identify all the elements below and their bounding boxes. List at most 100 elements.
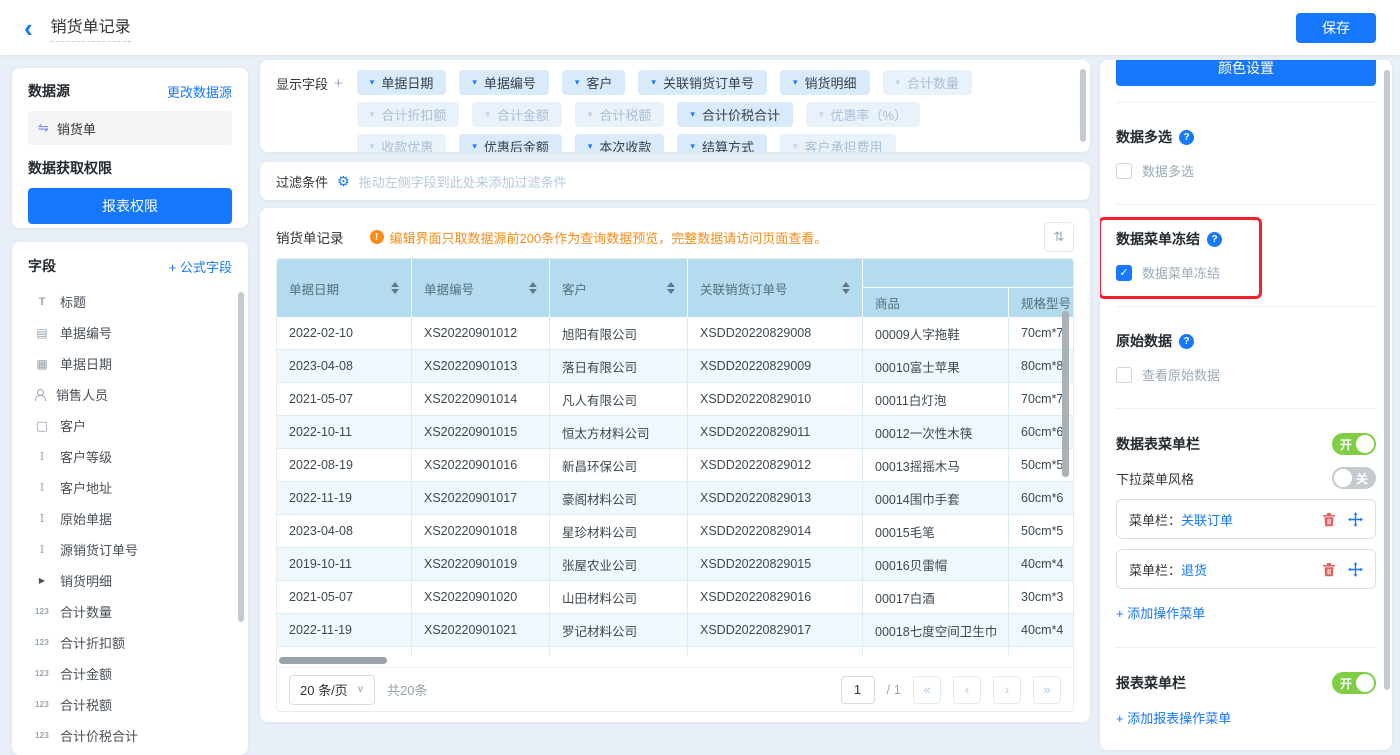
dropdown-style-toggle[interactable]: 关 [1332, 467, 1376, 489]
filter-dropzone-placeholder[interactable]: 拖动左侧字段到此处来添加过滤条件 [359, 172, 567, 191]
question-icon[interactable]: ? [1179, 130, 1194, 145]
question-icon[interactable]: ? [1179, 334, 1194, 349]
display-field-chip[interactable]: ▾本次收款 [575, 134, 665, 152]
display-field-chip[interactable]: ▾销货明细 [780, 70, 870, 95]
display-field-chip[interactable]: ▾客户 [562, 70, 626, 95]
add-action-menu-link[interactable]: + 添加操作菜单 [1116, 603, 1205, 622]
page-title[interactable]: 销货单记录 [51, 13, 131, 42]
table-menu-toggle[interactable]: 开 [1332, 433, 1376, 455]
column-header-related-order[interactable]: 关联销货订单号 [688, 259, 863, 317]
display-field-chip[interactable]: ▾合计折扣额 [357, 102, 460, 127]
table-cell: 2022-11-19 [277, 614, 412, 647]
trash-icon[interactable] [1322, 562, 1336, 577]
report-menu-toggle[interactable]: 开 [1332, 672, 1376, 694]
page-number-input[interactable]: 1 [841, 676, 875, 704]
report-permission-button[interactable]: 报表权限 [28, 188, 232, 224]
datasource-name: 销货单 [57, 119, 96, 138]
column-header-product[interactable]: 商品 [863, 288, 1009, 317]
field-item[interactable]: 合计折扣额 [28, 627, 232, 658]
table-menu-title: 数据表菜单栏 [1116, 434, 1200, 454]
table-row [277, 647, 1073, 655]
topbar: ‹ 销货单记录 保存 [0, 0, 1400, 55]
table-scrollbar-thumb[interactable] [1062, 311, 1069, 477]
datasource-item[interactable]: ⇋ 销货单 [28, 111, 232, 145]
field-item[interactable]: 合计价税合计 [28, 720, 232, 751]
display-field-chip[interactable]: ▾单据编号 [459, 70, 549, 95]
field-item[interactable]: 合计数量 [28, 596, 232, 627]
horizontal-scrollbar-thumb[interactable] [279, 657, 387, 664]
add-report-action-menu-link[interactable]: + 添加报表操作菜单 [1116, 708, 1231, 727]
field-item[interactable]: 源销货订单号 [28, 534, 232, 565]
sort-icon[interactable] [842, 282, 850, 294]
menu-item-return[interactable]: 菜单栏： 退货 [1116, 549, 1376, 589]
move-icon[interactable] [1348, 512, 1363, 527]
prev-page-button[interactable]: ‹ [953, 676, 981, 704]
change-datasource-link[interactable]: 更改数据源 [167, 82, 232, 101]
add-formula-field-link[interactable]: + 公式字段 [169, 257, 232, 276]
display-field-chip[interactable]: ▾关联销货订单号 [638, 70, 767, 95]
back-button[interactable]: ‹ [24, 15, 33, 41]
fields-scrollbar-thumb[interactable] [238, 292, 244, 622]
gear-icon[interactable]: ⚙ [337, 173, 350, 190]
column-header-number[interactable]: 单据编号 [412, 259, 550, 317]
table-cell: XS20220901019 [412, 548, 550, 581]
chips-scrollbar-thumb[interactable] [1080, 69, 1086, 142]
add-display-field-button[interactable]: + [334, 75, 343, 92]
sort-toggle-button[interactable]: ⇅ [1044, 222, 1074, 252]
display-field-chip[interactable]: ▾优惠后金额 [459, 134, 562, 152]
field-item[interactable]: 标题 [28, 286, 232, 317]
field-item[interactable]: 合计金额 [28, 658, 232, 689]
text-icon [34, 481, 50, 494]
column-label: 单据编号 [424, 279, 474, 298]
sort-icon[interactable] [391, 282, 399, 294]
display-field-chip[interactable]: ▾结算方式 [677, 134, 767, 152]
field-item[interactable]: 销售人员 [28, 379, 232, 410]
permission-title: 数据获取权限 [28, 158, 232, 178]
table-cell: 2019-10-11 [277, 548, 412, 581]
horizontal-scrollbar[interactable] [277, 655, 1073, 667]
color-settings-button[interactable]: 颜色设置 [1116, 60, 1376, 86]
display-field-chip[interactable]: ▾单据日期 [357, 70, 447, 95]
display-field-chip-row: ▾收款优惠 ▾优惠后金额 ▾本次收款 ▾结算方式 ▾客户承担费用 [357, 134, 972, 152]
last-page-button[interactable]: » [1033, 676, 1061, 704]
first-page-button[interactable]: « [913, 676, 941, 704]
settings-scrollbar-thumb[interactable] [1384, 70, 1390, 690]
field-item[interactable]: 合计税额 [28, 689, 232, 720]
fields-title: 字段 [28, 256, 56, 276]
sort-icon[interactable] [667, 282, 675, 294]
move-icon[interactable] [1348, 562, 1363, 577]
display-field-chip[interactable]: ▾合计税额 [575, 102, 665, 127]
save-button[interactable]: 保存 [1296, 13, 1376, 43]
display-field-chip[interactable]: ▾优惠率（%） [806, 102, 920, 127]
display-field-chip[interactable]: ▾合计金额 [472, 102, 562, 127]
display-field-chip[interactable]: ▾合计价税合计 [677, 102, 793, 127]
question-icon[interactable]: ? [1207, 232, 1222, 247]
multi-select-checkbox[interactable] [1116, 163, 1132, 179]
table-cell: XS20220901015 [412, 416, 550, 449]
display-field-chip[interactable]: ▾收款优惠 [357, 134, 447, 152]
page-size-select[interactable]: 20 条/页 ∨ [289, 675, 375, 705]
title-icon [34, 296, 50, 308]
next-page-button[interactable]: › [993, 676, 1021, 704]
field-item[interactable]: 销货明细 [28, 565, 232, 596]
field-label: 单据编号 [60, 323, 112, 342]
field-item[interactable]: 原始单据 [28, 503, 232, 534]
field-item[interactable]: 单据编号 [28, 317, 232, 348]
display-field-chip[interactable]: ▾客户承担费用 [780, 134, 896, 152]
field-item[interactable]: 单据日期 [28, 348, 232, 379]
raw-data-checkbox[interactable] [1116, 367, 1132, 383]
field-item[interactable]: 客户 [28, 410, 232, 441]
column-header-date[interactable]: 单据日期 [277, 259, 412, 317]
datasource-title: 数据源 [28, 81, 70, 101]
display-field-chip[interactable]: ▾合计数量 [883, 70, 973, 95]
table-cell: XS20220901016 [412, 449, 550, 482]
preview-table: 单据日期 单据编号 客户 关联销货订单号 [277, 259, 1073, 655]
num-icon [34, 731, 50, 740]
menu-freeze-checkbox[interactable]: ✓ [1116, 265, 1132, 281]
field-item[interactable]: 客户地址 [28, 472, 232, 503]
column-header-customer[interactable]: 客户 [550, 259, 688, 317]
sort-icon[interactable] [529, 282, 537, 294]
trash-icon[interactable] [1322, 512, 1336, 527]
menu-item-related-order[interactable]: 菜单栏： 关联订单 [1116, 499, 1376, 539]
field-item[interactable]: 客户等级 [28, 441, 232, 472]
